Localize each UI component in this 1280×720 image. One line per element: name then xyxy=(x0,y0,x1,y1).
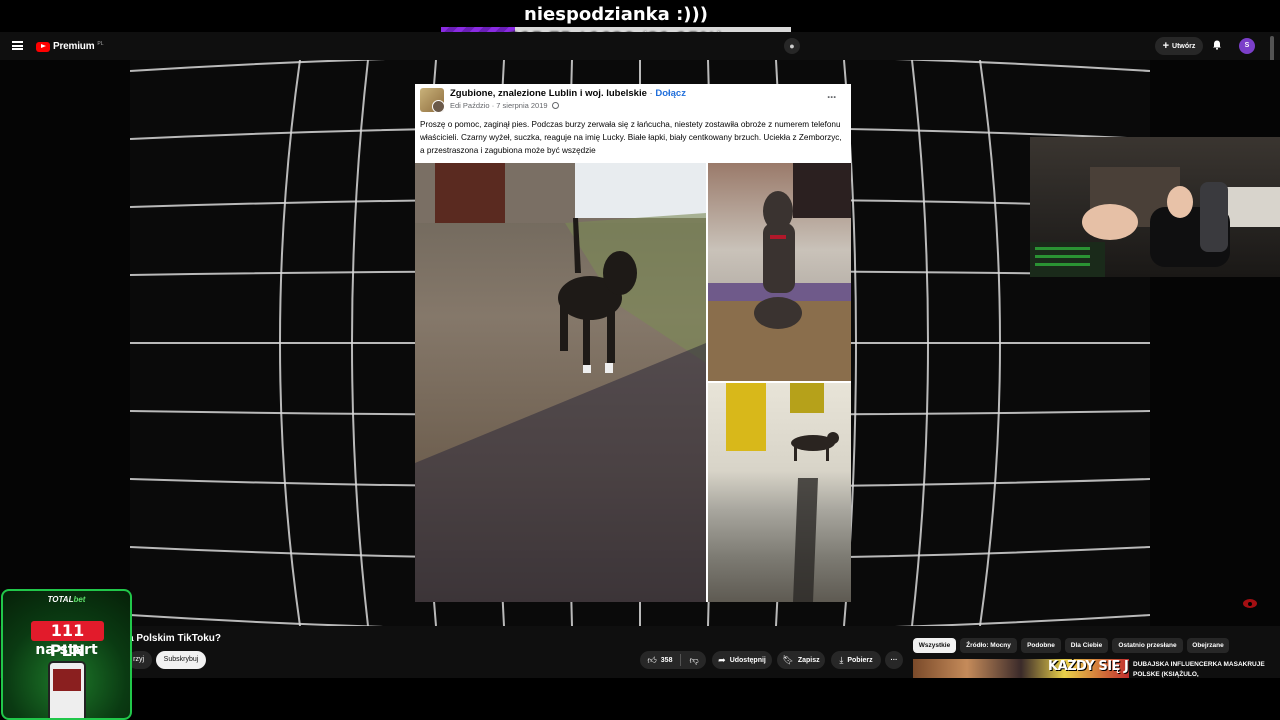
recommendation-title[interactable]: DUBAJSKA INFLUENCERKA MASAKRUJE POLSKE (… xyxy=(1133,660,1273,680)
facebook-post: Zgubione, znalezione Lublin i woj. lubel… xyxy=(415,84,851,602)
account-avatar[interactable]: S xyxy=(1239,38,1255,54)
youtube-logo[interactable]: Premium PL xyxy=(36,41,104,52)
video-title: a Polskim TikToku? xyxy=(128,633,221,644)
chip-recently-uploaded[interactable]: Ostatnio przesłane xyxy=(1112,638,1183,653)
join-group-link[interactable]: Dołącz xyxy=(655,88,686,99)
post-more-options-icon[interactable]: ··· xyxy=(827,90,837,104)
download-icon: ⤓ xyxy=(839,654,844,665)
post-photo-dog-walking[interactable] xyxy=(708,383,851,602)
ad-brand-total: TOTAL xyxy=(47,595,74,604)
like-count[interactable]: 358 xyxy=(661,657,673,664)
chip-all[interactable]: Wszystkie xyxy=(913,638,956,653)
ad-phone-image xyxy=(48,661,86,718)
post-meta: Edi Paździo · 7 sierpnia 2019 xyxy=(450,101,559,110)
stream-eye-icon xyxy=(1243,599,1257,608)
create-label: Utwórz xyxy=(1172,42,1196,50)
download-button[interactable]: ⤓ Pobierz xyxy=(831,651,881,669)
chip-source[interactable]: Źródło: Mocny xyxy=(960,638,1017,653)
download-label: Pobierz xyxy=(847,656,873,664)
streamer-webcam xyxy=(1030,137,1280,277)
chip-for-you[interactable]: Dla Ciebie xyxy=(1065,638,1108,653)
notifications-bell-icon[interactable] xyxy=(1212,40,1222,50)
youtube-play-icon xyxy=(36,41,50,52)
like-divider xyxy=(680,654,682,666)
share-button[interactable]: ➦ Udostępnij xyxy=(712,651,772,669)
more-actions-button[interactable]: ··· xyxy=(885,651,903,669)
group-name-text: Zgubione, znalezione Lublin i woj. lubel… xyxy=(450,88,647,99)
author-avatar xyxy=(432,100,445,113)
subscribe-button[interactable]: Subskrybuj xyxy=(156,651,206,669)
post-header: Zgubione, znalezione Lublin i woj. lubel… xyxy=(415,84,851,114)
like-icon[interactable]: 👍︎ xyxy=(647,655,656,666)
sponsor-ad-totalbet: TOTALbet 111 PLN na start xyxy=(1,589,132,720)
save-label: Zapisz xyxy=(797,656,820,664)
save-button[interactable]: 🔖︎ Zapisz xyxy=(777,651,825,669)
globe-icon xyxy=(551,102,559,109)
share-icon: ➦ xyxy=(718,654,726,665)
bookmark-icon: 🔖︎ xyxy=(782,654,794,665)
menu-icon[interactable] xyxy=(12,41,23,50)
logo-text: Premium xyxy=(53,41,95,52)
stream-goal-title: niespodzianka :))) xyxy=(524,4,708,25)
post-photo-dog-yard[interactable] xyxy=(415,163,706,602)
plus-icon: + xyxy=(1162,39,1170,52)
thumbnail-text: KAŻDY SIĘ JEJ WYRZEKA xyxy=(1048,659,1129,674)
youtube-header: Premium PL ● + Utwórz S xyxy=(0,32,1280,60)
ad-brand: TOTALbet xyxy=(3,595,130,604)
dislike-icon[interactable]: 👎︎ xyxy=(689,655,698,666)
chip-watched[interactable]: Obejrzane xyxy=(1187,638,1229,653)
share-label: Udostępnij xyxy=(729,656,766,664)
ad-subtitle: na start xyxy=(35,642,98,658)
post-text: Proszę o pomoc, zaginął pies. Podczas bu… xyxy=(420,120,842,155)
ad-brand-bet: bet xyxy=(73,595,86,604)
recommendation-thumbnail[interactable]: KAŻDY SIĘ JEJ WYRZEKA xyxy=(913,659,1129,678)
ad-amount: 111 PLN xyxy=(31,621,104,660)
chip-similar[interactable]: Podobne xyxy=(1021,638,1061,653)
post-photo-dog-sitting[interactable] xyxy=(708,163,851,381)
logo-region: PL xyxy=(97,40,104,47)
video-info-bar: a Polskim TikToku? rzyj Subskrybuj 👍︎ 35… xyxy=(0,626,1280,678)
post-author[interactable]: Edi Paździo xyxy=(450,101,490,110)
create-button[interactable]: + Utwórz xyxy=(1155,37,1203,55)
like-dislike-group: 👍︎ 358 👎︎ xyxy=(640,651,706,669)
voice-search-icon[interactable]: ● xyxy=(784,38,800,54)
post-date[interactable]: 7 sierpnia 2019 xyxy=(496,101,547,110)
group-name: Zgubione, znalezione Lublin i woj. lubel… xyxy=(450,88,686,99)
